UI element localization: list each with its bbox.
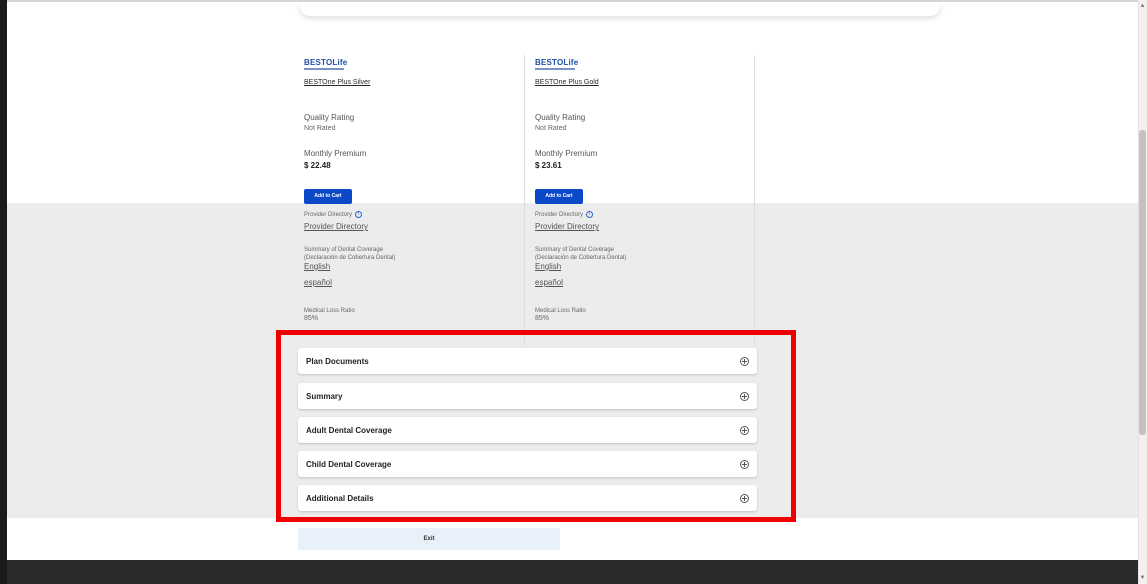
bestlife-logo: BESTOLife [535,58,755,70]
quality-rating-value: Not Rated [535,125,567,132]
logo-text: BESTOLife [535,58,579,67]
plan-column-gold: BESTOLife BESTOne Plus Gold Quality Rati… [535,58,755,322]
highlight-box [276,330,796,522]
vertical-scrollbar[interactable]: ▲ ▼ [1138,0,1147,584]
add-to-cart-button[interactable]: Add to Cart [535,189,583,204]
quality-rating-label: Quality Rating [304,113,355,122]
info-icon[interactable]: i [355,211,363,218]
medical-loss-ratio: Medical Loss Ratio 85% [304,307,355,323]
monthly-premium-value: $ 22.48 [304,161,331,170]
mlr-label: Medical Loss Ratio [535,308,586,314]
scroll-up-icon[interactable]: ▲ [1139,2,1146,10]
monthly-premium: Monthly Premium $ 22.48 [304,149,366,170]
provider-directory-section: Provider Directory i Provider Directory [535,211,735,231]
quality-rating: Quality Rating Not Rated [535,113,585,132]
dental-summary-section: Summary of Dental Coverage (Declaración … [535,246,735,287]
provider-directory-label: Provider Directory [304,212,353,219]
column-divider [754,55,755,345]
spanish-link[interactable]: español [304,278,504,287]
monthly-premium-label: Monthly Premium [535,149,598,158]
quality-rating-label: Quality Rating [535,113,586,122]
plan-column-silver: BESTOLife BESTOne Plus Silver Quality Ra… [304,58,524,322]
summary-label: Summary of Dental Coverage [304,247,384,253]
info-icon[interactable]: i [586,211,594,218]
summary-label: Summary of Dental Coverage [535,247,615,253]
monthly-premium-label: Monthly Premium [304,149,367,158]
column-divider [524,55,525,345]
provider-directory-link[interactable]: Provider Directory [535,222,735,231]
mlr-value: 85% [535,315,550,322]
add-to-cart-button[interactable]: Add to Cart [304,189,352,204]
monthly-premium: Monthly Premium $ 23.61 [535,149,597,170]
provider-directory-section: Provider Directory i Provider Directory [304,211,504,231]
english-link[interactable]: English [535,262,735,271]
page-footer [7,560,1138,584]
logo-tagline-bar [535,68,575,70]
plan-name-link[interactable]: BESTOne Plus Gold [535,79,599,86]
logo-tagline-bar [304,68,344,70]
provider-directory-link[interactable]: Provider Directory [304,222,504,231]
plan-name-link[interactable]: BESTOne Plus Silver [304,79,370,86]
exit-button[interactable]: Exit [298,528,560,550]
spanish-link[interactable]: español [535,278,735,287]
medical-loss-ratio: Medical Loss Ratio 85% [535,307,586,323]
scroll-down-icon[interactable]: ▼ [1139,574,1146,582]
quality-rating-value: Not Rated [304,125,336,132]
mlr-label: Medical Loss Ratio [304,308,355,314]
mlr-value: 85% [304,315,319,322]
provider-directory-label: Provider Directory [535,212,584,219]
monthly-premium-value: $ 23.61 [535,161,562,170]
top-card-edge [300,2,940,16]
summary-label-spanish: (Declaración de Cobertura Dental) [535,255,627,261]
english-link[interactable]: English [304,262,504,271]
bestlife-logo: BESTOLife [304,58,524,70]
summary-label-spanish: (Declaración de Cobertura Dental) [304,255,396,261]
scrollbar-thumb[interactable] [1139,130,1146,435]
dental-summary-section: Summary of Dental Coverage (Declaración … [304,246,504,287]
logo-text: BESTOLife [304,58,348,67]
window-left-edge [0,0,7,584]
quality-rating: Quality Rating Not Rated [304,113,354,132]
